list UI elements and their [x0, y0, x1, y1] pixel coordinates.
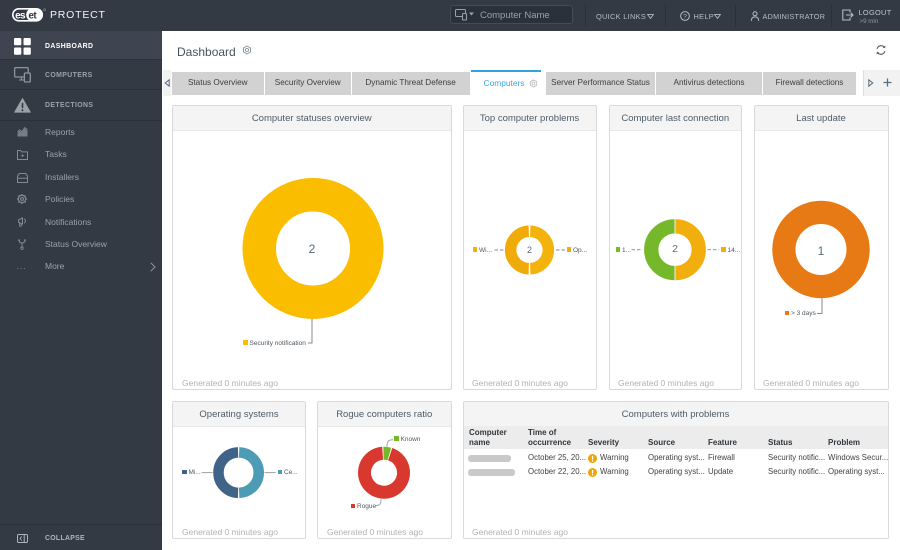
svg-text:es: es: [15, 11, 26, 22]
svg-text:?: ?: [683, 13, 687, 20]
svg-text:et: et: [28, 11, 37, 22]
